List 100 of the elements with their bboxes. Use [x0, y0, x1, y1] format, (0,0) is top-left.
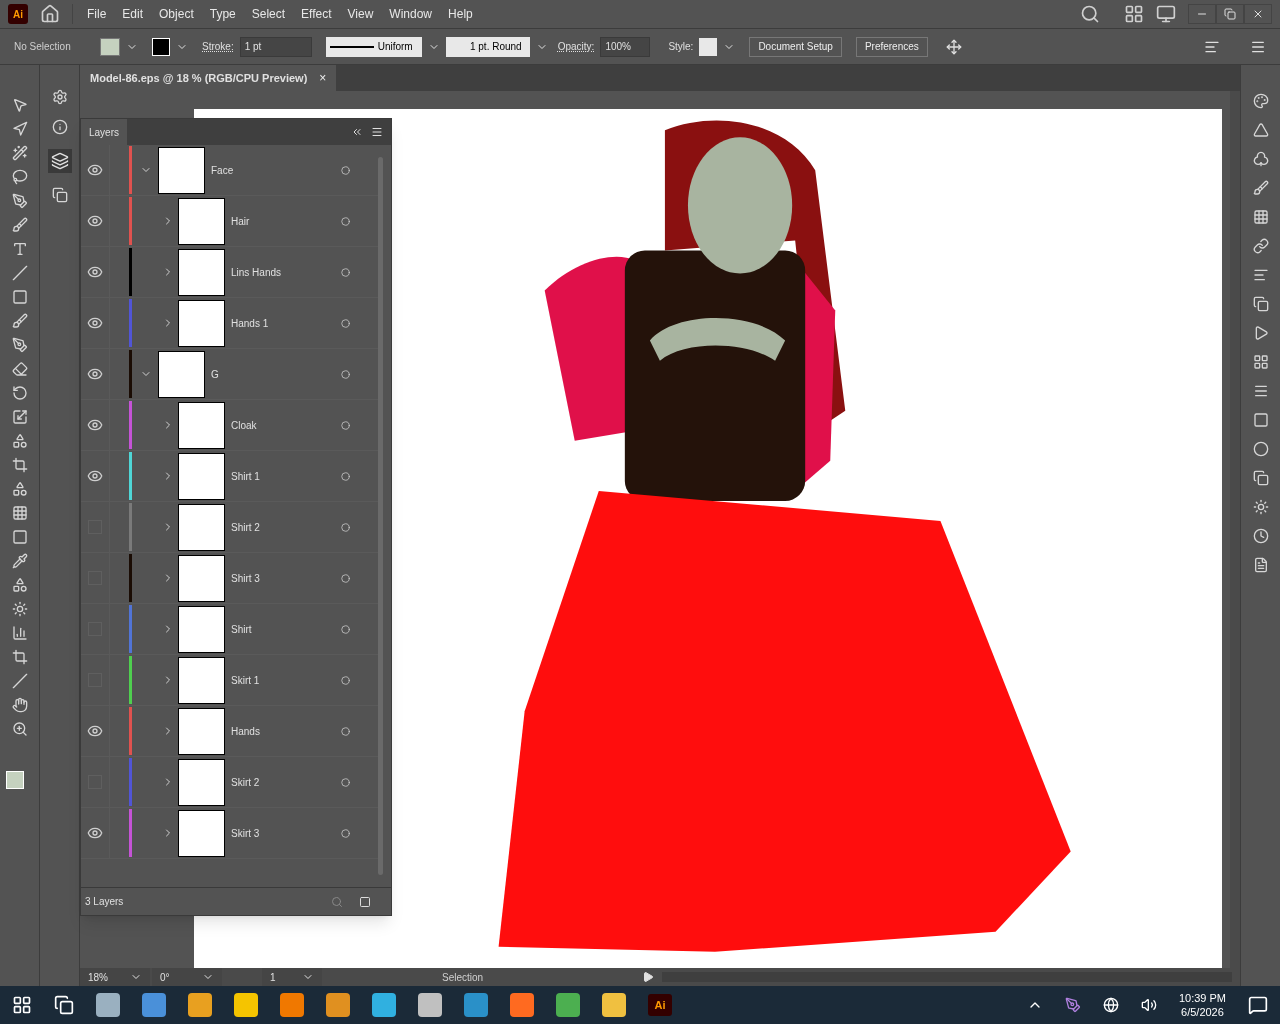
gear-icon[interactable] [51, 89, 68, 105]
close-tab-button[interactable]: × [319, 69, 327, 87]
target-circle-icon[interactable] [341, 318, 350, 328]
layer-name: Skirt 1 [231, 673, 261, 688]
eye-icon[interactable] [87, 213, 103, 229]
layer-name: Skirt 3 [231, 826, 261, 841]
target-circle-icon[interactable] [341, 369, 350, 379]
menu-item[interactable]: Help [446, 5, 475, 23]
sun-icon[interactable] [1252, 499, 1269, 515]
search-icon[interactable] [1080, 4, 1100, 24]
document-icon[interactable] [1252, 557, 1269, 573]
rotation-value: 0° [160, 970, 170, 985]
layer-name: Cloak [231, 418, 258, 433]
stroke-weight-field[interactable]: 1 pt [239, 36, 312, 57]
triangle-icon[interactable] [1252, 122, 1269, 138]
layers-icon[interactable] [47, 149, 72, 173]
target-circle-icon[interactable] [341, 522, 350, 532]
info-icon[interactable] [51, 119, 68, 135]
layer-thumbnail [178, 554, 225, 602]
grid-icon[interactable] [1252, 209, 1269, 225]
layer-thumbnail [178, 809, 225, 857]
speaker-icon[interactable] [1140, 997, 1157, 1013]
target-circle-icon[interactable] [341, 573, 350, 583]
workspace-icon[interactable] [1124, 4, 1144, 24]
eye-icon[interactable] [87, 315, 103, 331]
layer-name: Shirt [231, 622, 253, 637]
menu-item[interactable]: Edit [120, 5, 146, 23]
target-circle-icon[interactable] [341, 471, 350, 481]
grid-icon[interactable] [1252, 354, 1269, 370]
fill-swatch[interactable] [100, 37, 120, 56]
restore-icon[interactable] [1224, 8, 1236, 20]
document-tab[interactable]: Model-86.eps @ 18 % (RGB/CPU Preview) × [80, 65, 337, 91]
clock-icon[interactable] [1252, 528, 1269, 544]
menu-item[interactable]: File [85, 5, 109, 23]
collapse-icon[interactable] [351, 126, 363, 138]
clock-date[interactable]: 6/5/2026 [1181, 1005, 1224, 1019]
style-label: Style: [668, 40, 694, 54]
eye-icon[interactable] [87, 264, 103, 280]
target-circle-icon[interactable] [341, 675, 350, 685]
artboard-value: 1 [270, 970, 276, 985]
layer-name: Shirt 2 [231, 520, 261, 535]
menu-icon[interactable] [1252, 383, 1269, 399]
clock-time[interactable]: 10:39 PM [1178, 991, 1226, 1005]
windows-start-icon[interactable] [12, 995, 32, 1015]
notification-icon[interactable] [1248, 995, 1268, 1015]
eye-icon[interactable] [87, 417, 103, 433]
layer-name: Shirt 1 [231, 469, 261, 484]
layer-name: G [211, 367, 220, 382]
menu-item[interactable]: Window [387, 5, 435, 23]
layer-name: Hands 1 [231, 316, 270, 331]
layer-thumbnail [158, 146, 205, 194]
brush-dropdown[interactable]: 1 pt. Round [445, 36, 530, 57]
eye-icon[interactable] [87, 723, 103, 739]
align-icon[interactable] [1252, 267, 1269, 283]
panel-menu-icon[interactable] [371, 126, 383, 138]
toolbar-button[interactable]: Document Setup [749, 36, 842, 57]
stroke-swatch[interactable] [152, 37, 170, 56]
palette-icon[interactable] [1252, 93, 1269, 109]
menu-item[interactable]: View [345, 5, 376, 23]
close-icon[interactable] [1252, 8, 1264, 20]
layer-thumbnail [178, 452, 225, 500]
layers-panel-tab[interactable]: Layers [81, 119, 127, 145]
target-circle-icon[interactable] [341, 777, 350, 787]
eye-icon[interactable] [87, 825, 103, 841]
menu-item[interactable]: Select [249, 5, 288, 23]
new-layer-icon[interactable] [359, 895, 371, 908]
eye-icon[interactable] [87, 468, 103, 484]
target-circle-icon[interactable] [341, 828, 350, 838]
menu-item[interactable]: Effect [299, 5, 334, 23]
eye-icon[interactable] [87, 162, 103, 178]
target-circle-icon[interactable] [341, 165, 350, 175]
app-logo[interactable]: Ai [8, 4, 28, 24]
home-icon[interactable] [40, 4, 60, 24]
brush-icon[interactable] [1252, 180, 1269, 196]
link-icon[interactable] [1252, 238, 1269, 254]
layer-name: Skirt 2 [231, 775, 261, 790]
menu-item[interactable]: Object [157, 5, 196, 23]
task-view-icon[interactable] [54, 995, 74, 1015]
profile-dropdown[interactable]: Uniform [325, 36, 422, 57]
globe-icon[interactable] [1102, 997, 1119, 1013]
target-circle-icon[interactable] [341, 624, 350, 634]
layer-thumbnail [178, 605, 225, 653]
fill-color-swatch[interactable] [5, 771, 24, 789]
transform-icon[interactable] [945, 38, 962, 55]
eye-icon[interactable] [87, 366, 103, 382]
screen-mode-icon[interactable] [1156, 4, 1176, 24]
opacity-field[interactable]: 100% [600, 36, 651, 57]
target-circle-icon[interactable] [341, 420, 350, 430]
toolbar-button[interactable]: Preferences [855, 36, 928, 57]
target-circle-icon[interactable] [341, 216, 350, 226]
taskbar-app-logo[interactable]: Ai [648, 994, 672, 1016]
menu-item[interactable]: Type [207, 5, 238, 23]
club-icon[interactable] [1252, 151, 1269, 167]
target-circle-icon[interactable] [341, 726, 350, 736]
circle-icon[interactable] [1252, 441, 1269, 457]
play-icon[interactable] [642, 971, 654, 983]
layer-thumbnail [178, 401, 225, 449]
tool-status: Selection [442, 970, 485, 985]
target-circle-icon[interactable] [341, 267, 350, 277]
style-swatch[interactable] [699, 37, 718, 56]
